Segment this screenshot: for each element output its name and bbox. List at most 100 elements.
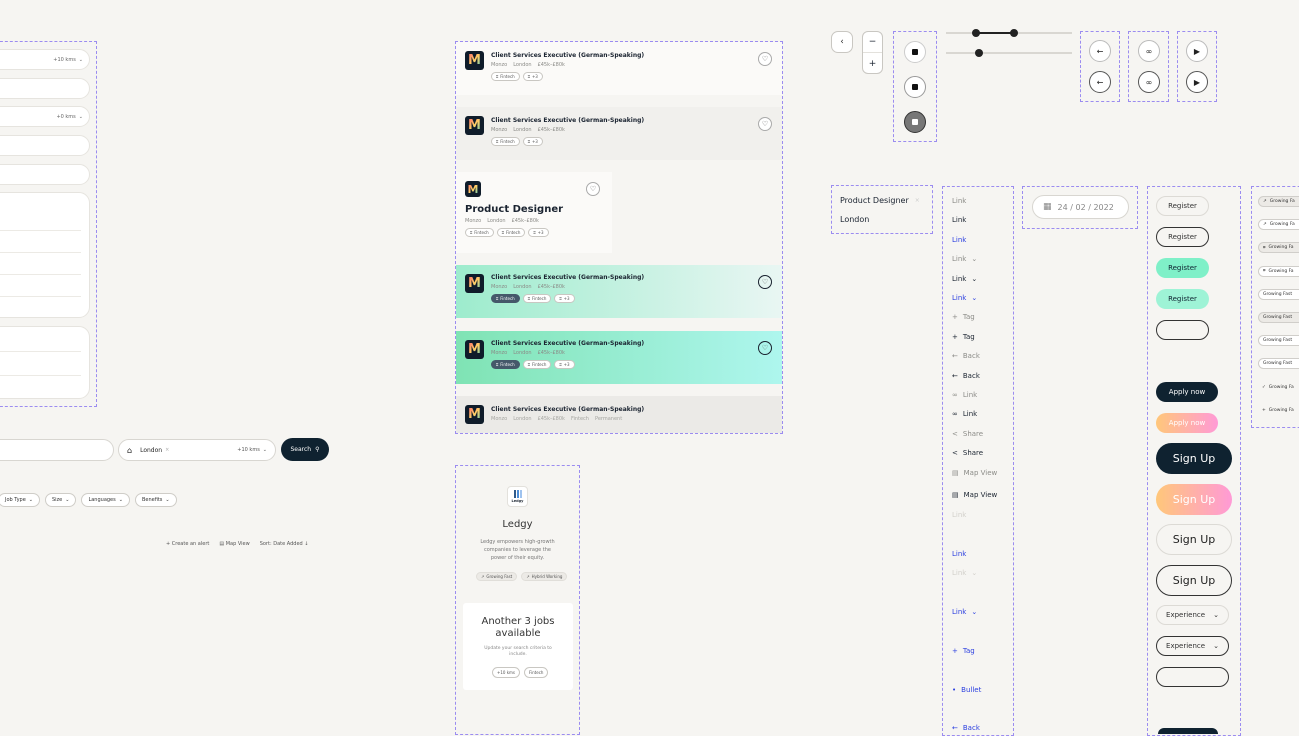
criteria-tag[interactable]: +10 kms	[492, 667, 521, 678]
sort-dropdown[interactable]: Sort: Date Added ↓	[260, 541, 309, 547]
arrow-left-button[interactable]: ←	[1089, 71, 1111, 93]
map-view-link[interactable]: ▤ Map View	[219, 541, 249, 547]
apply-now-button[interactable]: Apply now	[1156, 382, 1218, 402]
date-input[interactable]: ▦ 24 / 02 / 2022	[1032, 195, 1129, 219]
empty-dropdown[interactable]	[1156, 667, 1229, 687]
slider-handle[interactable]	[972, 29, 980, 37]
distance-select-2[interactable]: +0 kms ⌄	[0, 106, 90, 127]
distance-select-1[interactable]: +10 kms ⌄	[0, 49, 90, 70]
tag-chip[interactable]: + Growing Fa	[1258, 405, 1299, 416]
link-variant[interactable]: ▤ Map View	[952, 489, 997, 501]
range-slider[interactable]	[946, 29, 1072, 37]
link-blue-chevron[interactable]: Link ⌄	[952, 606, 977, 618]
tag-chip[interactable]: ✓ Growing Fa	[1258, 382, 1299, 393]
criteria-tag[interactable]: Fintech	[524, 667, 549, 678]
sign-up-button[interactable]: Sign Up	[1156, 443, 1232, 474]
link-variant[interactable]: ∞ Link	[952, 408, 977, 420]
text-field-3[interactable]	[0, 164, 90, 185]
arrow-down-icon: ↓	[302, 541, 309, 547]
tag-chip[interactable]: Growing Fast	[1258, 288, 1299, 300]
link-variant[interactable]: < Share	[952, 428, 983, 440]
sign-up-button-gradient[interactable]: Sign Up	[1156, 484, 1232, 515]
zoom-out-button[interactable]: −	[863, 32, 882, 53]
search-button[interactable]: Search ⚲	[281, 438, 329, 461]
stop-button-active[interactable]	[904, 111, 926, 133]
register-button[interactable]: Register	[1156, 227, 1209, 247]
link-variant[interactable]: Link ⌄	[952, 292, 977, 304]
tag-chip[interactable]: Growing Fast	[1258, 358, 1299, 370]
link-variant[interactable]: + Tag	[952, 311, 975, 323]
dropdown-item-1[interactable]: Product Designer ×	[840, 196, 920, 205]
slider-handle[interactable]	[1010, 29, 1018, 37]
register-button-highlight[interactable]: Register	[1156, 289, 1209, 309]
link-faded-chevron[interactable]: Link ⌄	[952, 567, 977, 579]
company-logo: M	[465, 274, 484, 293]
link-variant[interactable]: Link	[952, 234, 966, 246]
back-link-blue[interactable]: ← Back	[952, 722, 980, 734]
tag-chip[interactable]: Growing Fast	[1258, 312, 1299, 323]
job-card[interactable]: M Client Services Executive (German-Spea…	[456, 42, 782, 95]
zoom-in-button[interactable]: +	[863, 53, 882, 74]
dropdown-item-2[interactable]: London	[840, 215, 869, 224]
slider-handle[interactable]	[975, 49, 983, 57]
empty-button[interactable]	[1156, 320, 1209, 340]
play-button[interactable]: ▶	[1186, 71, 1208, 93]
text-field-2[interactable]	[0, 135, 90, 156]
register-button-highlight[interactable]: Register	[1156, 258, 1209, 278]
job-card-compact[interactable]: M ♡ Product Designer Monzo London £45k–£80…	[456, 172, 612, 253]
link-variant[interactable]: ∞ Link	[952, 389, 977, 401]
experience-dropdown[interactable]: Experience ⌄	[1156, 605, 1229, 625]
link-variant[interactable]: Link ⌄	[952, 273, 977, 285]
keyword-input[interactable]	[0, 439, 114, 461]
heart-icon[interactable]: ♡	[758, 117, 772, 131]
single-slider[interactable]	[946, 49, 1072, 57]
stop-button[interactable]	[904, 76, 926, 98]
heart-icon[interactable]: ♡	[758, 52, 772, 66]
link-variant[interactable]: Link	[952, 195, 966, 207]
heart-icon[interactable]: ♡	[586, 182, 600, 196]
job-card[interactable]: M Client Services Executive (German-Spea…	[456, 265, 782, 318]
heart-icon[interactable]: ♡	[758, 275, 772, 289]
tag-chip[interactable]: ⌗ Growing Fa	[1258, 242, 1299, 254]
arrow-left-button[interactable]: ←	[1089, 40, 1111, 62]
tag-chip[interactable]: ↗ Growing Fa	[1258, 196, 1299, 207]
job-card-disabled[interactable]: M Client Services Executive (German-Spea…	[456, 396, 782, 433]
filter-job-type[interactable]: Job Type ⌄	[0, 493, 40, 507]
link-variant[interactable]: ← Back	[952, 350, 980, 362]
link-variant[interactable]: ▤ Map View	[952, 467, 997, 479]
tag-chip[interactable]: Growing Fast	[1258, 335, 1299, 347]
link-button[interactable]: ∞	[1138, 71, 1160, 93]
link-variant[interactable]: ← Back	[952, 370, 980, 382]
close-icon[interactable]: ×	[165, 447, 169, 453]
link-variant[interactable]: Link ⌄	[952, 253, 977, 265]
stop-button[interactable]	[904, 41, 926, 63]
create-alert-link[interactable]: + Create an alert	[166, 541, 209, 547]
link-faded[interactable]: Link	[952, 509, 966, 521]
bullet-link-blue[interactable]: • Bullet	[952, 684, 981, 696]
register-button[interactable]: Register	[1156, 196, 1209, 216]
link-button[interactable]: ∞	[1138, 40, 1160, 62]
link-blue[interactable]: Link	[952, 548, 966, 560]
filter-size[interactable]: Size ⌄	[44, 493, 77, 507]
apply-now-button-gradient[interactable]: Apply now	[1156, 413, 1218, 433]
filter-languages[interactable]: Languages ⌄	[81, 493, 130, 507]
close-icon[interactable]: ×	[915, 197, 920, 204]
dark-button-partial[interactable]	[1158, 728, 1218, 734]
play-button[interactable]: ▶	[1186, 40, 1208, 62]
heart-icon[interactable]: ♡	[758, 341, 772, 355]
job-card[interactable]: M Client Services Executive (German-Spea…	[456, 107, 782, 160]
job-card[interactable]: M Client Services Executive (German-Spea…	[456, 331, 782, 384]
tag-chip[interactable]: ↗ Growing Fa	[1258, 219, 1299, 231]
sign-up-button-outline[interactable]: Sign Up	[1156, 524, 1232, 555]
experience-dropdown[interactable]: Experience ⌄	[1156, 636, 1229, 656]
link-variant[interactable]: < Share	[952, 447, 983, 459]
sign-up-button-outline-dark[interactable]: Sign Up	[1156, 565, 1232, 596]
back-button[interactable]: ‹	[831, 31, 853, 53]
location-input[interactable]: ⌂ London × +10 kms ⌄	[118, 439, 276, 461]
text-field-1[interactable]	[0, 78, 90, 99]
tag-chip[interactable]: ⌗ Growing Fa	[1258, 265, 1299, 277]
link-variant[interactable]: Link	[952, 214, 966, 226]
filter-benefits[interactable]: Benefits ⌄	[134, 493, 177, 507]
link-variant[interactable]: + Tag	[952, 331, 975, 343]
tag-link-blue[interactable]: + Tag	[952, 645, 975, 657]
